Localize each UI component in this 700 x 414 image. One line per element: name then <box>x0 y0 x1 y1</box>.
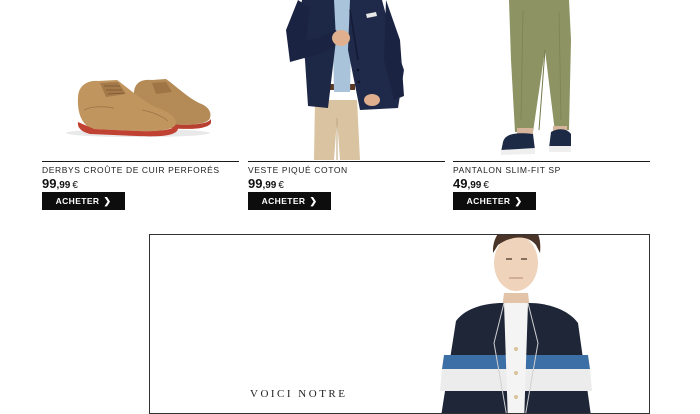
product-name[interactable]: PANTALON SLIM-FIT SP <box>453 165 650 175</box>
product-card-derbys: DERBYS CROÛTE DE CUIR PERFORÉS 99,99 € AC… <box>42 0 239 215</box>
product-divider <box>42 161 239 162</box>
price-decimals: ,99 <box>467 180 482 191</box>
product-name[interactable]: DERBYS CROÛTE DE CUIR PERFORÉS <box>42 165 239 175</box>
price-currency: € <box>278 180 284 191</box>
product-card-veste: VESTE PIQUÉ COTON 99,99 € ACHETER ❯ <box>248 0 445 215</box>
price-integer: 99 <box>42 176 57 191</box>
product-divider <box>248 161 445 162</box>
product-name[interactable]: VESTE PIQUÉ COTON <box>248 165 445 175</box>
product-price: 99,99 € <box>248 176 284 191</box>
price-decimals: ,99 <box>262 180 277 191</box>
product-card-pantalon: PANTALON SLIM-FIT SP 49,99 € ACHETER ❯ <box>453 0 650 215</box>
chevron-right-icon: ❯ <box>309 196 318 206</box>
chevron-right-icon: ❯ <box>103 196 112 206</box>
buy-button[interactable]: ACHETER ❯ <box>248 192 331 210</box>
product-image-pantalon[interactable] <box>453 0 650 160</box>
buy-button-label: ACHETER <box>261 196 306 206</box>
promo-headline: VOICI NOTRE <box>250 388 348 400</box>
buy-button[interactable]: ACHETER ❯ <box>42 192 125 210</box>
product-price: 99,99 € <box>42 176 78 191</box>
price-integer: 49 <box>453 176 468 191</box>
price-currency: € <box>483 180 489 191</box>
promo-model-image <box>436 235 596 413</box>
price-currency: € <box>72 180 78 191</box>
buy-button[interactable]: ACHETER ❯ <box>453 192 536 210</box>
price-decimals: ,99 <box>56 180 71 191</box>
product-image-derbys[interactable] <box>42 0 239 160</box>
promo-banner[interactable]: VOICI NOTRE <box>149 234 650 414</box>
price-integer: 99 <box>248 176 263 191</box>
product-price: 49,99 € <box>453 176 489 191</box>
buy-button-label: ACHETER <box>55 196 100 206</box>
product-image-veste[interactable] <box>248 0 445 160</box>
chevron-right-icon: ❯ <box>514 196 523 206</box>
buy-button-label: ACHETER <box>466 196 511 206</box>
product-divider <box>453 161 650 162</box>
